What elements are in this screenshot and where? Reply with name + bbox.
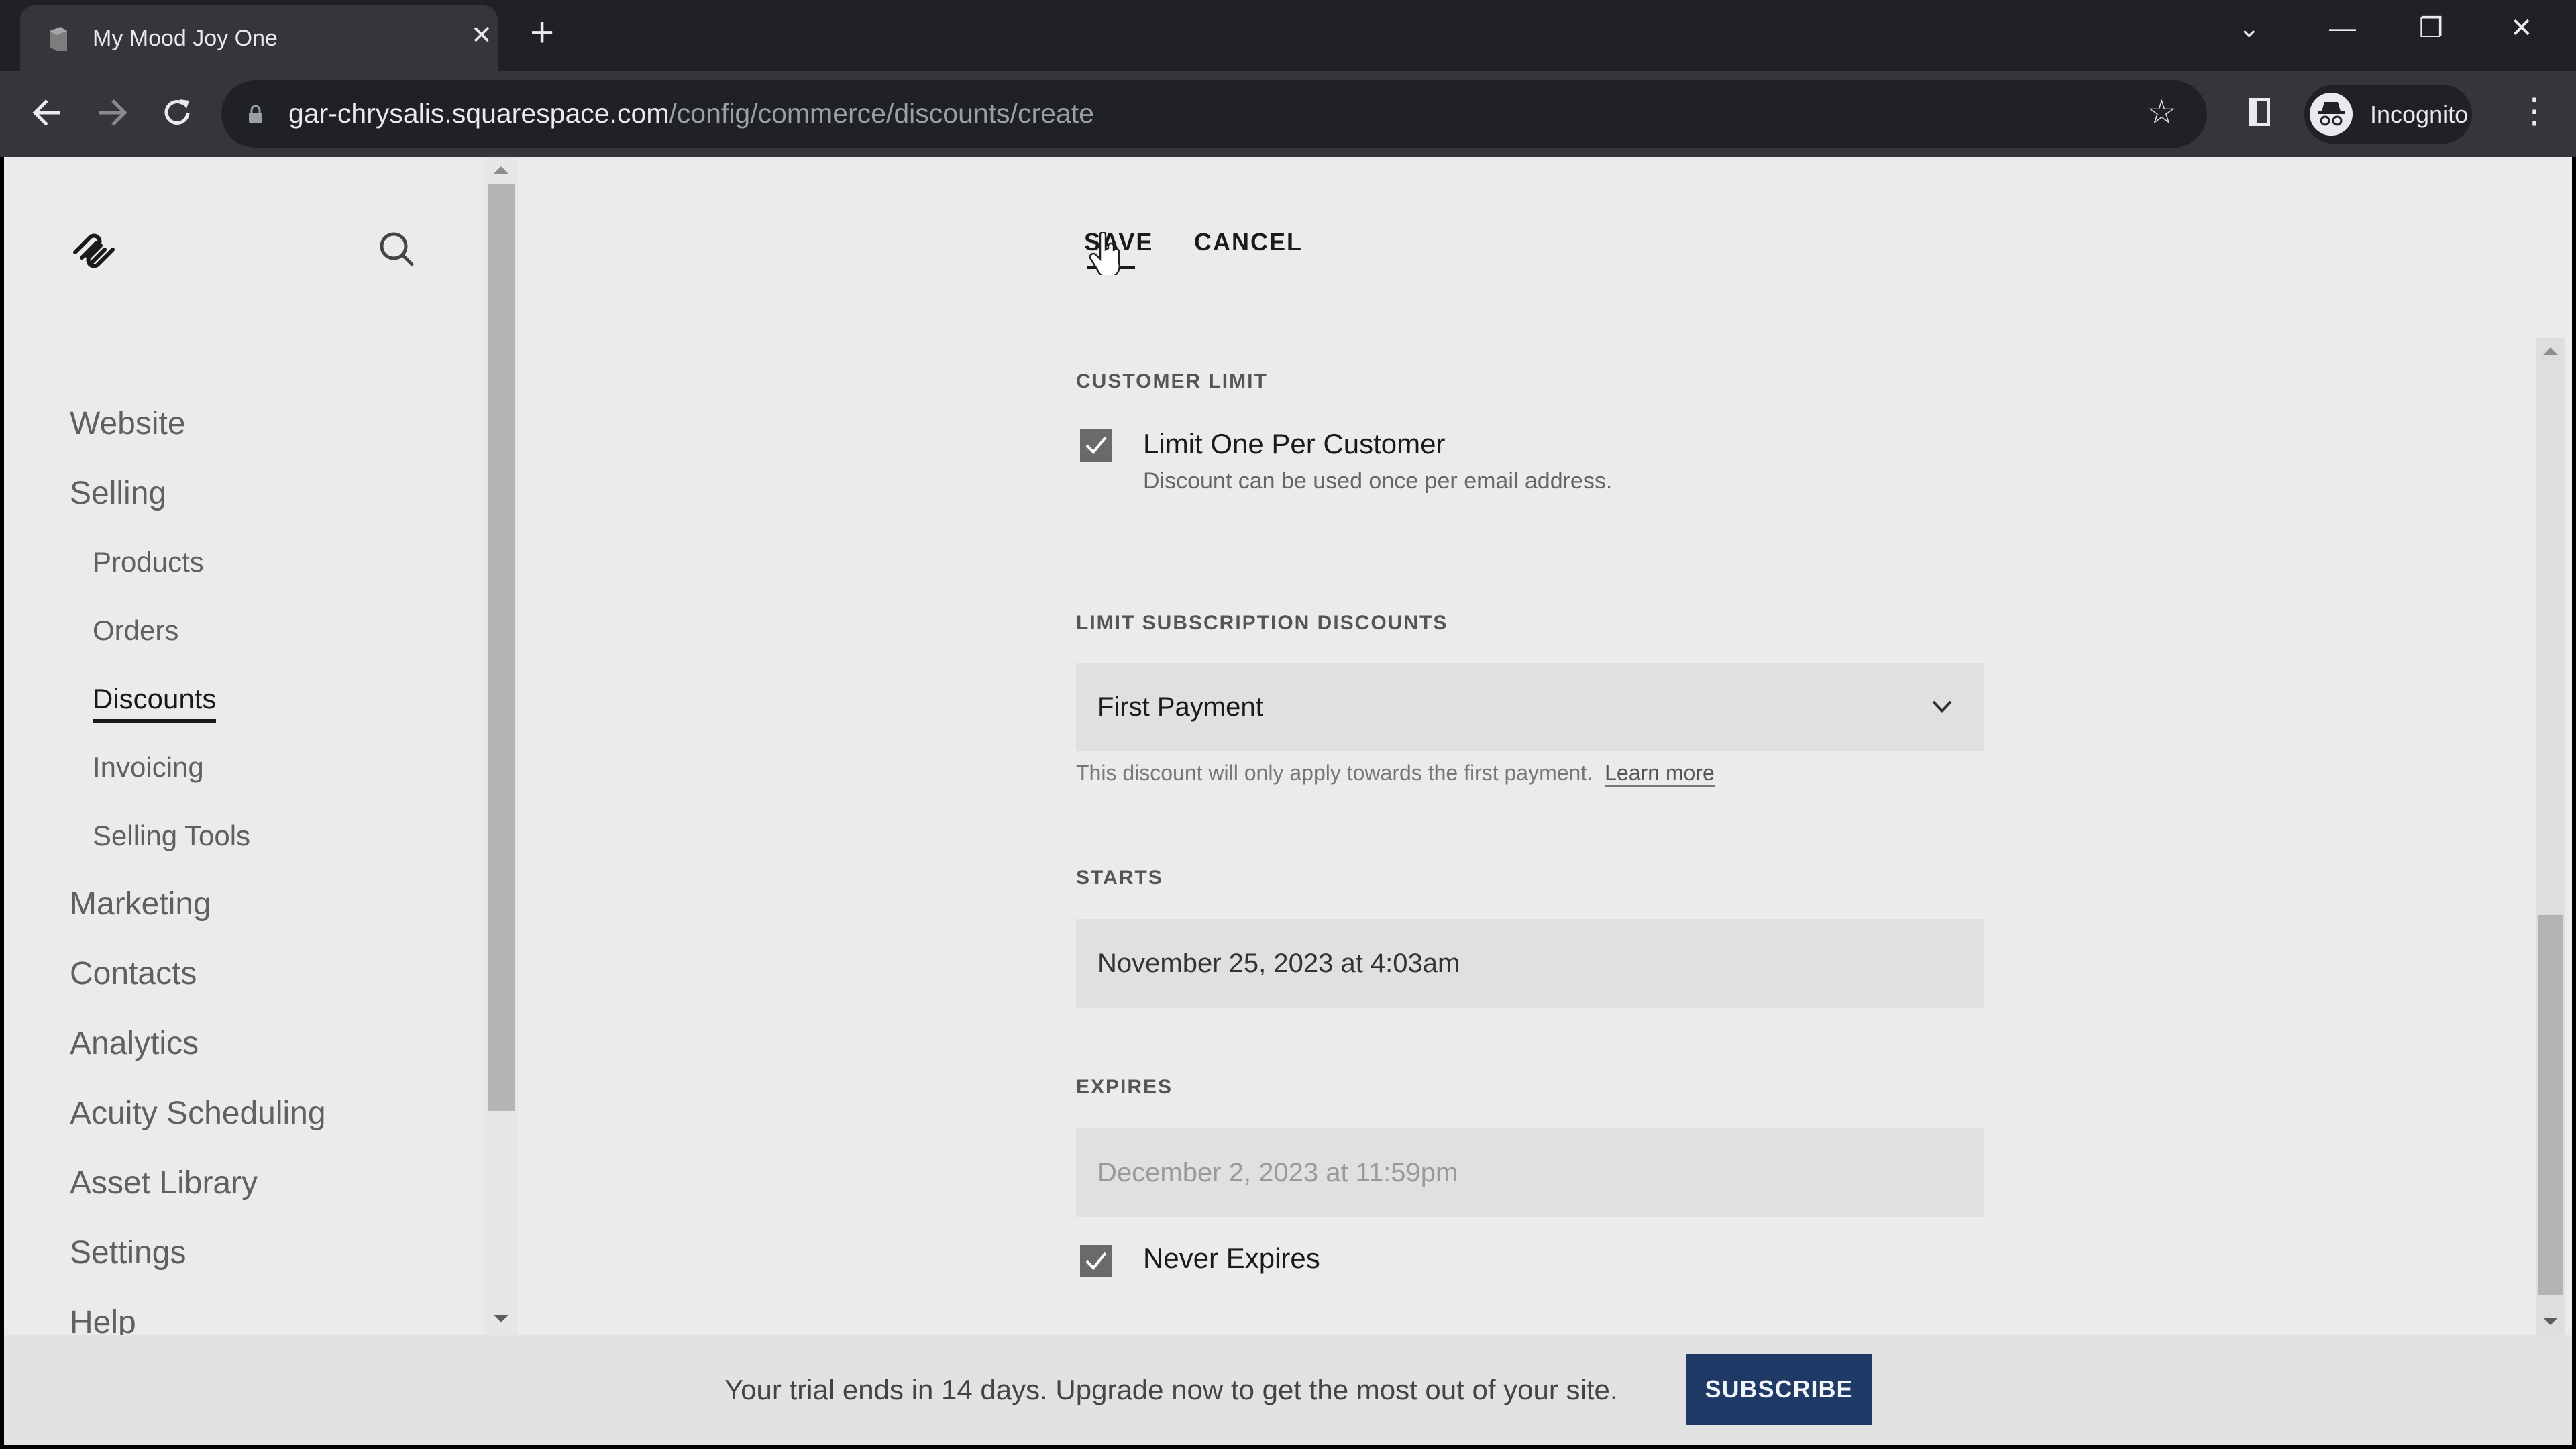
sidebar-scrollbar-thumb[interactable] xyxy=(488,184,515,1111)
sidebar-item-analytics[interactable]: Analytics xyxy=(70,1025,199,1062)
customer-limit-label: CUSTOMER LIMIT xyxy=(1076,370,1268,392)
side-panel-icon[interactable] xyxy=(2249,98,2270,126)
sidebar-item-asset-library[interactable]: Asset Library xyxy=(70,1165,258,1201)
never-expires-label[interactable]: Never Expires xyxy=(1143,1242,1320,1275)
sidebar-item-discounts[interactable]: Discounts xyxy=(93,683,217,723)
scroll-down-arrow-icon[interactable] xyxy=(2543,1318,2558,1325)
subscription-discount-value: First Payment xyxy=(1097,692,1263,722)
subscription-help-message: This discount will only apply towards th… xyxy=(1076,761,1593,785)
forward-arrow-icon[interactable] xyxy=(97,98,127,127)
subscription-discount-select[interactable]: First Payment xyxy=(1076,663,1984,751)
scroll-down-arrow-icon[interactable] xyxy=(494,1315,508,1322)
browser-toolbar: gar-chrysalis.squarespace.com/config/com… xyxy=(0,71,2576,157)
new-tab-button[interactable]: + xyxy=(530,12,554,54)
browser-tab-strip: My Mood Joy One ✕ + ⌄ — ❐ ✕ xyxy=(0,0,2576,71)
sidebar-item-marketing[interactable]: Marketing xyxy=(70,885,211,922)
main-scrollbar-thumb[interactable] xyxy=(2538,915,2563,1295)
profile-label: Incognito xyxy=(2370,101,2469,128)
tab-close-icon[interactable]: ✕ xyxy=(471,23,492,48)
search-icon[interactable] xyxy=(377,229,416,268)
sidebar-item-orders[interactable]: Orders xyxy=(93,614,178,647)
url-path: /config/commerce/discounts/create xyxy=(669,98,1094,129)
start-date-field[interactable]: November 25, 2023 at 4:03am xyxy=(1076,919,1984,1008)
sidebar-item-selling-tools[interactable]: Selling Tools xyxy=(93,820,250,852)
star-icon[interactable]: ☆ xyxy=(2147,95,2177,129)
minimize-icon[interactable]: — xyxy=(2329,15,2356,42)
tab-title: My Mood Joy One xyxy=(93,25,278,51)
learn-more-link[interactable]: Learn more xyxy=(1605,761,1715,787)
scroll-up-arrow-icon[interactable] xyxy=(494,166,508,174)
sidebar-item-invoicing[interactable]: Invoicing xyxy=(93,751,204,784)
sidebar-scrollbar[interactable] xyxy=(484,157,518,1335)
limit-one-per-customer-checkbox[interactable] xyxy=(1080,429,1112,462)
page-favicon-icon xyxy=(50,27,67,51)
subscribe-button[interactable]: SUBSCRIBE xyxy=(1686,1354,1872,1425)
limit-subscription-discounts-label: LIMIT SUBSCRIPTION DISCOUNTS xyxy=(1076,612,1448,634)
discount-form-panel: SAVE CANCEL CUSTOMER LIMIT Limit One Per… xyxy=(518,157,2572,1335)
squarespace-logo-icon[interactable] xyxy=(70,227,118,275)
expiry-date-value: December 2, 2023 at 11:59pm xyxy=(1097,1158,1458,1187)
page-viewport: Website Selling Products Orders Discount… xyxy=(4,157,2572,1445)
sidebar-item-products[interactable]: Products xyxy=(93,546,204,578)
cancel-button[interactable]: CANCEL xyxy=(1194,228,1303,256)
start-date-value: November 25, 2023 at 4:03am xyxy=(1097,949,1460,978)
browser-tab-active[interactable]: My Mood Joy One ✕ xyxy=(20,5,498,71)
window-close-icon[interactable]: ✕ xyxy=(2510,15,2533,42)
expires-label: EXPIRES xyxy=(1076,1076,1173,1098)
sidebar-item-acuity-scheduling[interactable]: Acuity Scheduling xyxy=(70,1095,326,1132)
sidebar-item-website[interactable]: Website xyxy=(70,405,186,442)
kebab-menu-icon[interactable]: ⋮ xyxy=(2517,94,2552,129)
incognito-icon xyxy=(2310,93,2353,136)
hand-pointer-cursor-icon xyxy=(1089,232,1120,275)
trial-banner: Your trial ends in 14 days. Upgrade now … xyxy=(4,1335,2572,1445)
scroll-up-arrow-icon[interactable] xyxy=(2543,347,2558,355)
profile-button[interactable]: Incognito xyxy=(2304,85,2472,144)
chevron-down-icon xyxy=(1932,700,1952,713)
url-text[interactable]: gar-chrysalis.squarespace.com/config/com… xyxy=(288,98,1094,129)
never-expires-checkbox[interactable] xyxy=(1080,1245,1112,1277)
starts-label: STARTS xyxy=(1076,867,1163,889)
expiry-date-field[interactable]: December 2, 2023 at 11:59pm xyxy=(1076,1128,1984,1217)
checkmark-icon xyxy=(1085,436,1107,454)
subscription-help-text: This discount will only apply towards th… xyxy=(1076,761,1715,787)
address-bar[interactable]: gar-chrysalis.squarespace.com/config/com… xyxy=(221,80,2207,148)
sidebar-item-settings[interactable]: Settings xyxy=(70,1234,186,1271)
lock-icon[interactable] xyxy=(248,105,263,123)
sidebar-item-contacts[interactable]: Contacts xyxy=(70,955,197,992)
reload-icon[interactable] xyxy=(161,97,193,129)
limit-one-per-customer-label[interactable]: Limit One Per Customer xyxy=(1143,428,1445,460)
main-scrollbar[interactable] xyxy=(2536,338,2565,1335)
sidebar: Website Selling Products Orders Discount… xyxy=(4,157,484,1340)
sidebar-item-selling[interactable]: Selling xyxy=(70,475,166,512)
customer-limit-description: Discount can be used once per email addr… xyxy=(1143,468,1613,494)
url-host: gar-chrysalis.squarespace.com xyxy=(288,98,669,129)
back-arrow-icon[interactable] xyxy=(32,98,63,127)
trial-banner-text: Your trial ends in 14 days. Upgrade now … xyxy=(724,1374,1618,1405)
tab-search-icon[interactable]: ⌄ xyxy=(2238,15,2261,42)
checkmark-icon xyxy=(1085,1252,1107,1270)
restore-icon[interactable]: ❐ xyxy=(2419,15,2443,42)
